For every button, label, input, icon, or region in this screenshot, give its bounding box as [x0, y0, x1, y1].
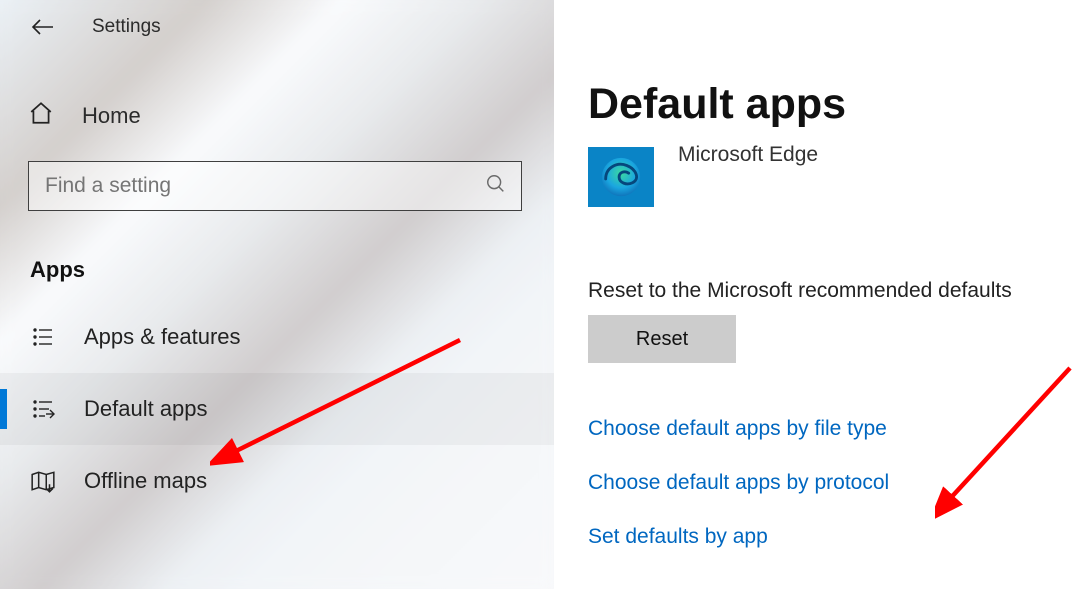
- nav-home[interactable]: Home: [0, 50, 554, 155]
- arrow-left-icon: [31, 15, 55, 39]
- search-input[interactable]: [45, 174, 485, 198]
- link-by-app[interactable]: Set defaults by app: [588, 525, 768, 549]
- search-settings-box[interactable]: [28, 161, 522, 211]
- reset-button[interactable]: Reset: [588, 315, 736, 363]
- sidebar-item-label: Offline maps: [84, 468, 207, 494]
- page-title: Default apps: [588, 80, 1060, 129]
- list-settings-icon: [28, 397, 58, 421]
- sidebar-item-offline-maps[interactable]: Offline maps: [0, 445, 554, 517]
- list-icon: [28, 325, 58, 349]
- map-icon: [28, 468, 58, 494]
- link-file-type[interactable]: Choose default apps by file type: [588, 417, 887, 441]
- edge-icon: [588, 147, 654, 207]
- sidebar-item-label: Default apps: [84, 396, 208, 422]
- main-pane: Default apps Microsoft Edge Reset to the…: [554, 0, 1080, 589]
- sidebar-item-label: Apps & features: [84, 324, 241, 350]
- sidebar-item-apps-features[interactable]: Apps & features: [0, 301, 554, 373]
- reset-caption: Reset to the Microsoft recommended defau…: [588, 279, 1060, 303]
- back-button[interactable]: [30, 14, 56, 40]
- default-browser-name: Microsoft Edge: [678, 143, 818, 167]
- nav-home-label: Home: [82, 103, 141, 129]
- settings-sidebar: Settings Home Apps Apps & fe: [0, 0, 554, 589]
- search-icon: [485, 173, 507, 200]
- window-title: Settings: [92, 16, 161, 38]
- default-browser-row[interactable]: Microsoft Edge: [588, 147, 1060, 207]
- default-apps-links: Choose default apps by file type Choose …: [588, 417, 1060, 549]
- sidebar-item-default-apps[interactable]: Default apps: [0, 373, 554, 445]
- link-protocol[interactable]: Choose default apps by protocol: [588, 471, 889, 495]
- title-bar: Settings: [0, 0, 554, 50]
- home-icon: [28, 100, 54, 131]
- section-header-apps: Apps: [0, 211, 554, 301]
